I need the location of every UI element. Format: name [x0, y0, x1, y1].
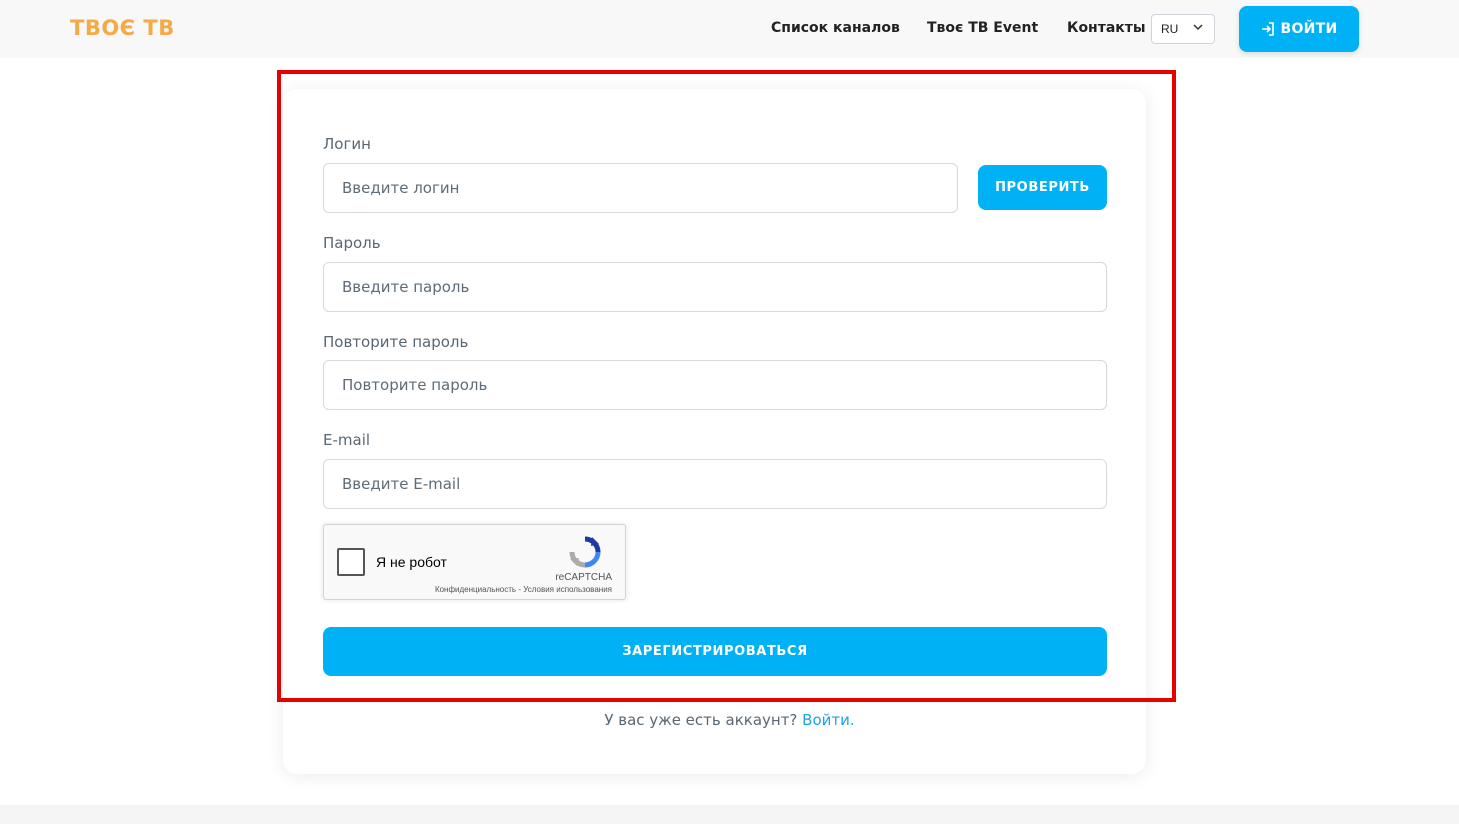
check-login-button[interactable]: ПРОВЕРИТЬ: [978, 165, 1107, 210]
site-logo[interactable]: ТВОЄ ТВ: [70, 16, 175, 40]
recaptcha-terms-link[interactable]: Условия использования: [523, 585, 612, 594]
top-navbar: ТВОЄ ТВ Список каналов Твоє ТВ Event Кон…: [0, 0, 1459, 58]
nav-link-event[interactable]: Твоє ТВ Event: [927, 20, 1038, 36]
recaptcha-label: Я не робот: [376, 554, 447, 570]
login-label: Логин: [323, 135, 371, 153]
register-button[interactable]: ЗАРЕГИСТРИРОВАТЬСЯ: [323, 627, 1107, 676]
email-label: E-mail: [323, 431, 371, 449]
login-prompt-text: У вас уже есть аккаунт?: [604, 711, 803, 729]
password-repeat-input[interactable]: [323, 360, 1107, 410]
nav-link-channels[interactable]: Список каналов: [771, 20, 900, 36]
nav-link-contacts[interactable]: Контакты: [1067, 20, 1146, 36]
password-label: Пароль: [323, 234, 381, 252]
password-repeat-label: Повторите пароль: [323, 333, 469, 351]
chevron-down-icon: [1193, 24, 1203, 31]
login-link[interactable]: Войти.: [802, 711, 854, 729]
page-footer-strip: [0, 805, 1459, 824]
recaptcha-brand: reCAPTCHA: [555, 572, 612, 583]
language-select[interactable]: RU: [1151, 14, 1215, 44]
language-value: RU: [1161, 22, 1179, 36]
login-prompt: У вас уже есть аккаунт? Войти.: [0, 711, 1459, 729]
password-input[interactable]: [323, 262, 1107, 312]
recaptcha-privacy-link[interactable]: Конфиденциальность: [435, 585, 516, 594]
recaptcha-logo-icon: [569, 536, 601, 568]
recaptcha-checkbox[interactable]: [337, 548, 365, 576]
login-button-label: ВОЙТИ: [1280, 21, 1338, 37]
login-input[interactable]: [323, 163, 958, 213]
email-input[interactable]: [323, 459, 1107, 509]
recaptcha-widget: Я не робот reCAPTCHA Конфиденциальность …: [323, 524, 626, 600]
recaptcha-links: Конфиденциальность - Условия использован…: [435, 585, 612, 594]
login-icon: [1262, 22, 1275, 36]
login-button[interactable]: ВОЙТИ: [1239, 6, 1359, 52]
